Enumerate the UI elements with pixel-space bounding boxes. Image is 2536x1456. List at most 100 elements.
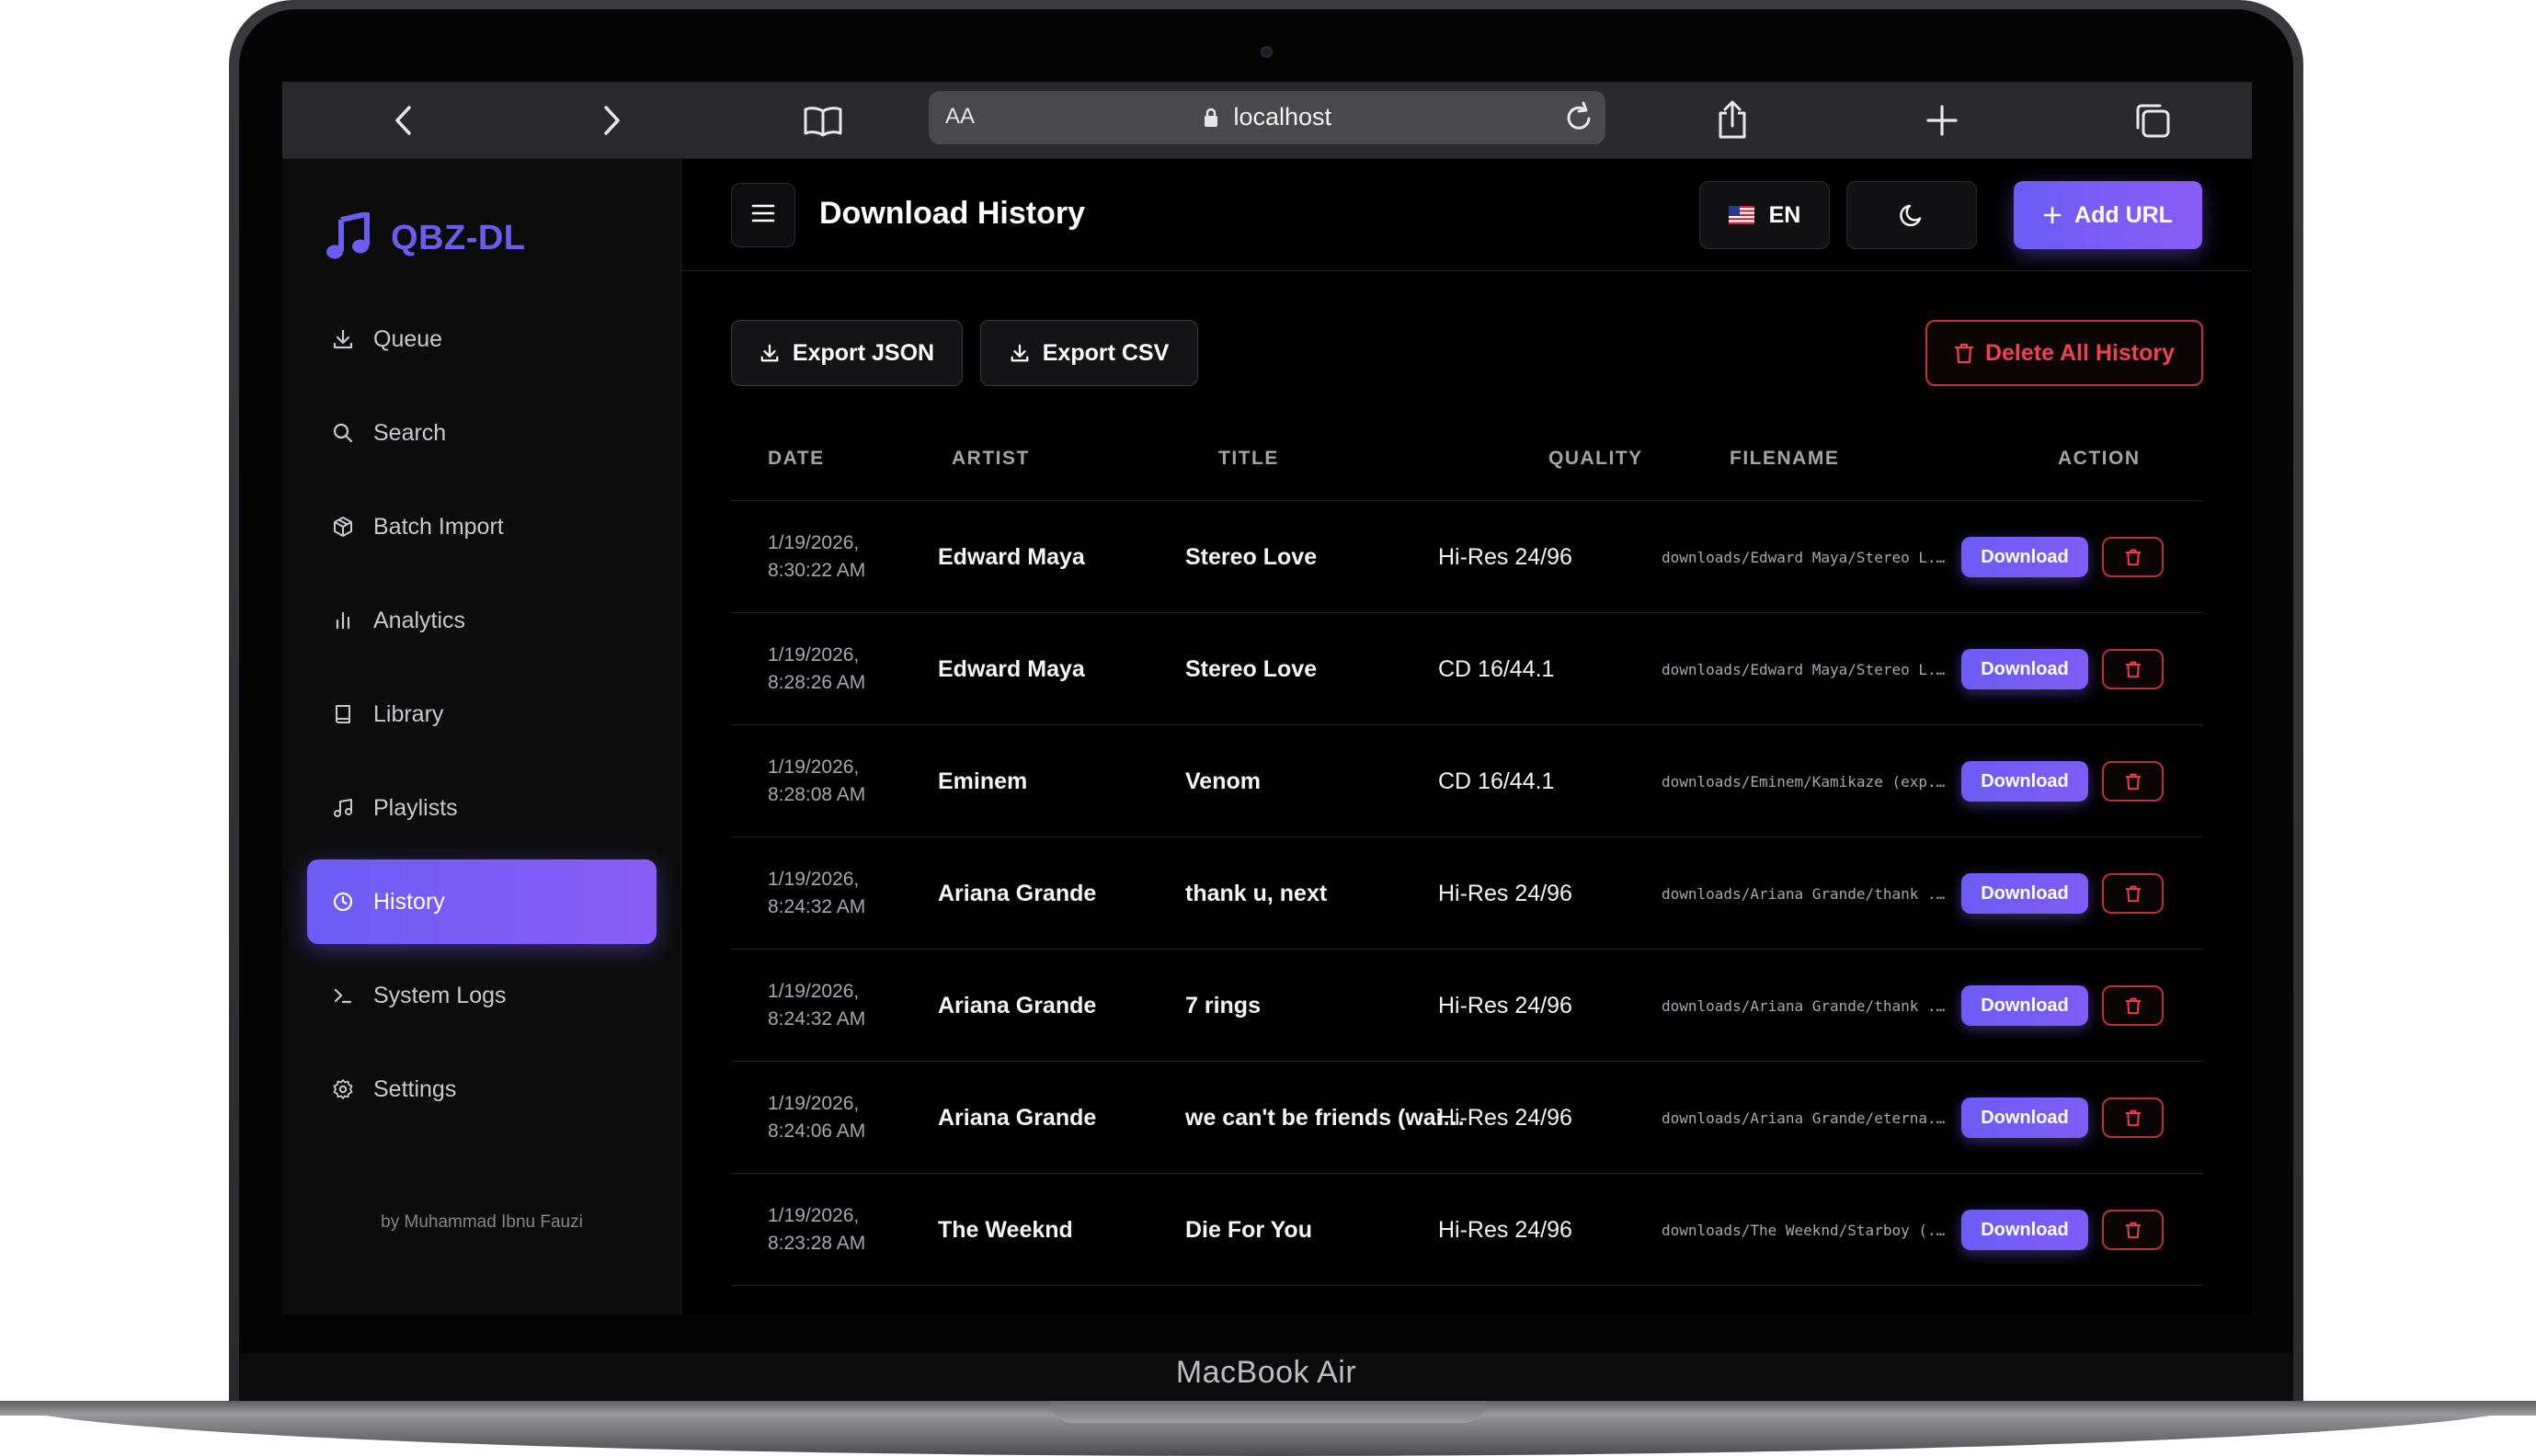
camera-icon	[1261, 46, 1273, 58]
filename-cell: downloads/Ariana Grande/eterna...	[1662, 1062, 1952, 1174]
download-icon	[760, 343, 780, 363]
sidebar-item-library[interactable]: Library	[307, 672, 657, 756]
title-cell: Venom	[1185, 725, 1472, 837]
new-tab-icon[interactable]	[1920, 98, 1964, 142]
quality-cell: Hi-Res 24/96	[1438, 992, 1572, 1018]
sidebar-item-settings[interactable]: Settings	[307, 1047, 657, 1132]
date-cell: 1/19/2026, 8:24:32 AM	[768, 837, 924, 950]
download-button[interactable]: Download	[1961, 761, 2088, 802]
title-text: Venom	[1185, 768, 1261, 794]
music-logo-icon	[326, 211, 371, 265]
sidebar: QBZ-DL Queue Search Batch Import Analyti…	[282, 159, 681, 1314]
date-text: 1/19/2026,	[768, 1093, 860, 1114]
sidebar-item-search[interactable]: Search	[307, 391, 657, 475]
trash-icon	[2125, 1221, 2142, 1239]
delete-row-button[interactable]	[2102, 649, 2164, 689]
filename-text: downloads/Edward Maya/Stereo L...	[1662, 548, 1952, 566]
table-row: 1/19/2026, 8:30:22 AM Edward Maya Stereo…	[731, 501, 2203, 613]
moon-icon	[1898, 201, 1925, 229]
download-button[interactable]: Download	[1961, 1098, 2088, 1138]
sidebar-item-playlists[interactable]: Playlists	[307, 766, 657, 850]
title-text: thank u, next	[1185, 880, 1328, 906]
theme-toggle-button[interactable]	[1846, 181, 1977, 249]
delete-row-button[interactable]	[2102, 761, 2164, 802]
table-row: 1/19/2026, 8:24:32 AM Ariana Grande than…	[731, 837, 2203, 950]
add-url-button[interactable]: Add URL	[2014, 181, 2202, 249]
artist-cell: Ariana Grande	[938, 880, 1097, 906]
column-header-quality: QUALITY	[1548, 448, 1643, 469]
tabs-overview-icon[interactable]	[2130, 98, 2175, 142]
forward-icon[interactable]	[589, 98, 634, 142]
laptop-chin: MacBook Air	[239, 1353, 2293, 1401]
date-text: 1/19/2026,	[768, 869, 860, 890]
browser-toolbar: AA localhost	[282, 82, 2252, 159]
app-name: QBZ-DL	[391, 219, 526, 257]
delete-row-button[interactable]	[2102, 537, 2164, 577]
artist-cell: Ariana Grande	[938, 992, 1097, 1018]
search-icon	[331, 421, 355, 445]
column-header-title: TITLE	[1218, 448, 1279, 469]
delete-row-button[interactable]	[2102, 985, 2164, 1026]
menu-toggle-button[interactable]	[731, 183, 795, 247]
title-text: Die For You	[1185, 1216, 1312, 1243]
date-text: 1/19/2026,	[768, 1205, 860, 1226]
date-cell: 1/19/2026, 8:23:28 AM	[768, 1174, 924, 1286]
delete-row-button[interactable]	[2102, 1098, 2164, 1138]
filename-cell: downloads/Eminem/Kamikaze (exp...	[1662, 725, 1952, 837]
lock-icon	[1203, 106, 1219, 134]
trash-icon	[2125, 884, 2142, 903]
quality-cell: CD 16/44.1	[1438, 655, 1555, 682]
author-credit: by Muhammad Ibnu Fauzi	[381, 1212, 583, 1232]
bookmarks-icon[interactable]	[801, 98, 845, 142]
share-icon[interactable]	[1710, 98, 1754, 142]
filename-cell: downloads/Edward Maya/Stereo L...	[1662, 501, 1952, 613]
filename-text: downloads/The Weeknd/Starboy (...	[1662, 1221, 1952, 1239]
sidebar-item-batch-import[interactable]: Batch Import	[307, 484, 657, 569]
reload-icon[interactable]	[1563, 100, 1594, 140]
screen: AA localhost QBZ-DL Queue Search Batch I…	[282, 82, 2252, 1314]
time-text: 8:28:08 AM	[768, 784, 866, 805]
main-content: Download History EN Add URL Export JSON …	[681, 159, 2252, 1314]
filename-cell: downloads/Ariana Grande/thank ...	[1662, 950, 1952, 1062]
time-text: 8:28:26 AM	[768, 672, 866, 693]
filename-cell: downloads/Edward Maya/Stereo L...	[1662, 613, 1952, 725]
download-button[interactable]: Download	[1961, 873, 2088, 914]
filename-text: downloads/Eminem/Kamikaze (exp...	[1662, 772, 1952, 791]
sidebar-item-label: Search	[373, 419, 447, 446]
download-button[interactable]: Download	[1961, 537, 2088, 577]
trash-icon	[2125, 660, 2142, 678]
column-header-date: DATE	[768, 448, 825, 469]
url-bar[interactable]: AA localhost	[929, 91, 1605, 144]
us-flag-icon	[1728, 206, 1754, 224]
sidebar-item-analytics[interactable]: Analytics	[307, 578, 657, 663]
language-button[interactable]: EN	[1699, 181, 1830, 249]
artist-cell: Eminem	[938, 768, 1028, 794]
sidebar-item-label: Batch Import	[373, 513, 504, 540]
url-text: localhost	[1233, 103, 1332, 131]
sidebar-item-system-logs[interactable]: System Logs	[307, 953, 657, 1038]
download-button[interactable]: Download	[1961, 1210, 2088, 1250]
time-text: 8:23:28 AM	[768, 1233, 866, 1254]
export-json-label: Export JSON	[792, 339, 935, 366]
delete-row-button[interactable]	[2102, 873, 2164, 914]
bar-chart-icon	[331, 609, 355, 632]
plus-icon	[2043, 206, 2062, 224]
title-cell: thank u, next	[1185, 837, 1472, 950]
sidebar-item-history[interactable]: History	[307, 859, 657, 944]
download-button[interactable]: Download	[1961, 985, 2088, 1026]
download-button[interactable]: Download	[1961, 649, 2088, 689]
brand[interactable]: QBZ-DL	[326, 211, 526, 265]
trash-icon	[2125, 772, 2142, 791]
delete-all-history-button[interactable]: Delete All History	[1925, 320, 2203, 386]
delete-row-button[interactable]	[2102, 1210, 2164, 1250]
export-csv-button[interactable]: Export CSV	[980, 320, 1198, 386]
sidebar-item-label: Settings	[373, 1075, 457, 1102]
export-json-button[interactable]: Export JSON	[731, 320, 963, 386]
date-cell: 1/19/2026, 8:24:32 AM	[768, 950, 924, 1062]
export-csv-label: Export CSV	[1042, 339, 1170, 366]
back-icon[interactable]	[382, 98, 426, 142]
date-text: 1/19/2026,	[768, 532, 860, 553]
hamburger-icon	[750, 202, 776, 229]
sidebar-item-queue[interactable]: Queue	[307, 297, 657, 381]
filename-cell: downloads/Ariana Grande/thank ...	[1662, 837, 1952, 950]
